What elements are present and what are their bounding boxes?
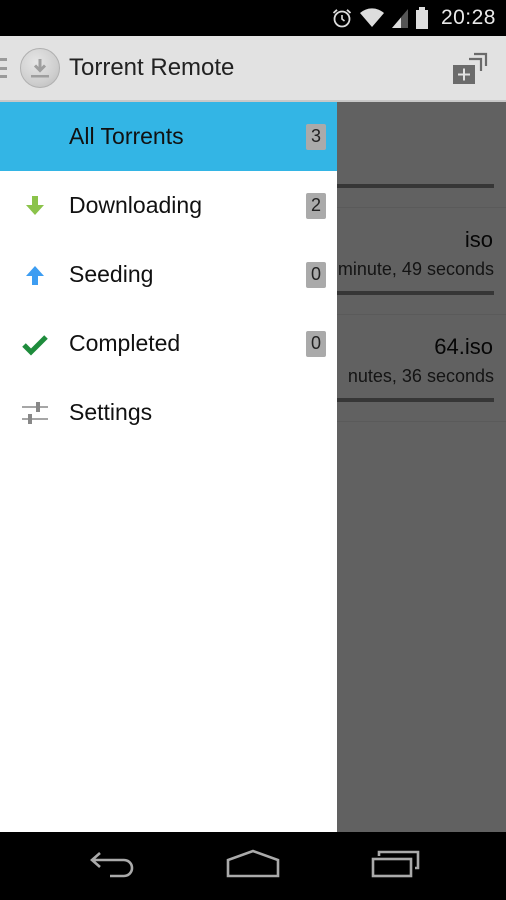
cell-signal-icon	[391, 7, 409, 29]
back-button[interactable]	[86, 848, 138, 884]
home-button[interactable]	[225, 848, 281, 884]
drawer-item-all-torrents[interactable]: All Torrents 3	[0, 102, 337, 171]
drawer-item-completed[interactable]: Completed 0	[0, 309, 337, 378]
arrow-down-icon	[20, 191, 50, 221]
home-icon	[226, 849, 280, 884]
system-nav-bar	[0, 832, 506, 900]
back-icon	[88, 849, 136, 884]
drawer-item-label: Completed	[69, 330, 181, 356]
drawer-item-label: Seeding	[69, 261, 154, 287]
status-bar: 20:28	[0, 0, 506, 36]
battery-icon	[415, 6, 429, 30]
add-torrent-stack-icon	[452, 52, 488, 90]
drawer-item-seeding[interactable]: Seeding 0	[0, 240, 337, 309]
drawer-item-label: All Torrents	[69, 123, 184, 149]
arrow-up-icon	[20, 260, 50, 290]
sliders-icon	[20, 398, 50, 428]
count-badge: 0	[306, 261, 326, 288]
drawer-item-settings[interactable]: Settings	[0, 378, 337, 447]
drawer-item-label: Settings	[69, 399, 153, 425]
count-badge: 2	[306, 192, 326, 219]
checkmark-icon	[20, 329, 50, 359]
clock: 20:28	[440, 6, 496, 29]
download-circle-icon[interactable]	[20, 48, 60, 88]
alarm-icon	[331, 7, 353, 29]
drawer-item-downloading[interactable]: Downloading 2	[0, 171, 337, 240]
add-torrent-button[interactable]	[452, 52, 488, 86]
recent-apps-icon	[371, 849, 421, 884]
count-badge: 0	[306, 330, 326, 357]
wifi-icon	[359, 7, 385, 29]
navigation-drawer: All Torrents 3 Downloading 2 Seeding 0 C…	[0, 102, 337, 832]
drawer-item-label: Downloading	[69, 192, 202, 218]
app-title: Torrent Remote	[69, 54, 235, 81]
action-bar: Torrent Remote	[0, 36, 506, 102]
count-badge: 3	[306, 123, 326, 150]
recent-apps-button[interactable]	[368, 848, 424, 884]
drawer-indicator-icon[interactable]	[0, 58, 8, 78]
